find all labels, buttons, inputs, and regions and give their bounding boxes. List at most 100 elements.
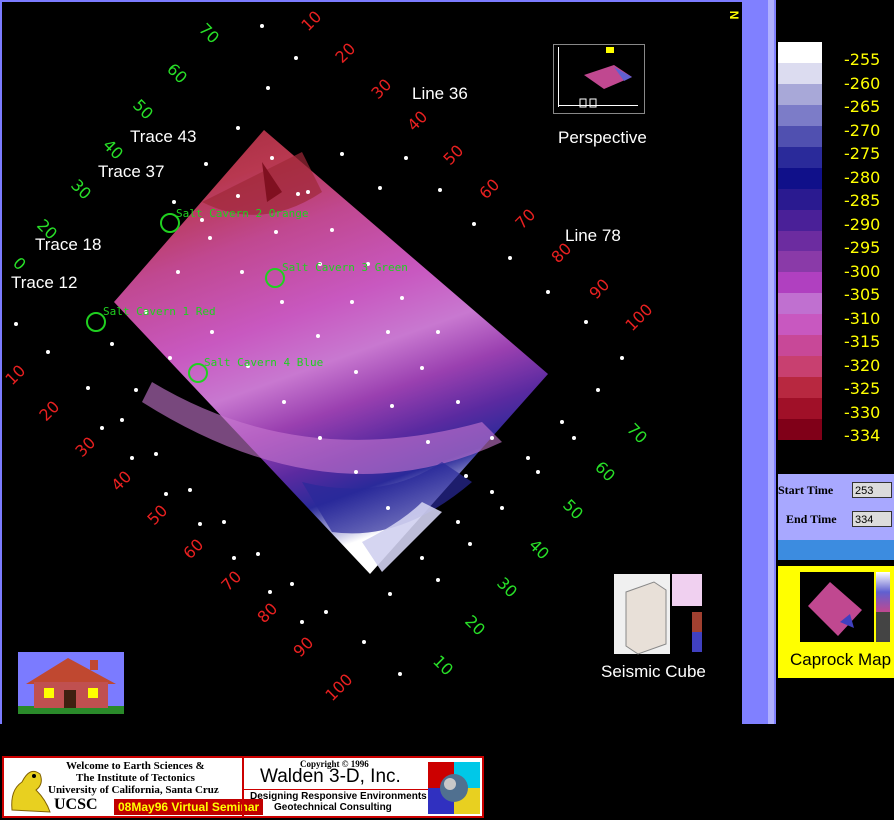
well-location-dot	[386, 506, 390, 510]
axis-tick-label: 60	[591, 457, 619, 485]
well-location-dot	[350, 300, 354, 304]
axis-tick-label: 80	[253, 599, 281, 627]
map-viewport[interactable]: 70 60 50 40 30 20 0 10 20 30 40 50 60 70 80 90 100 10 20 30…	[0, 0, 742, 724]
legend-value-label: -295	[844, 238, 881, 257]
legend-color-swatch	[778, 314, 822, 336]
axis-tick-label: 50	[143, 501, 171, 529]
axis-tick-label: 90	[289, 633, 317, 661]
well-location-dot	[508, 256, 512, 260]
legend-value-label: -285	[844, 191, 881, 210]
legend-value-label: -325	[844, 379, 881, 398]
axis-tick-label: 40	[403, 107, 431, 135]
caprock-map-panel[interactable]: Caprock Map	[778, 566, 894, 678]
banner-tagline-1: Designing Responsive Environments	[250, 791, 427, 802]
trace-label-18: Trace 18	[35, 235, 102, 254]
axis-tick-label: 40	[99, 135, 127, 163]
axis-tick-label: 90	[585, 275, 613, 303]
well-location-dot	[168, 356, 172, 360]
home-button[interactable]	[18, 652, 124, 714]
caprock-map-thumbnail[interactable]	[800, 572, 874, 642]
banner-divider	[242, 758, 244, 816]
axis-tick-label: 70	[217, 567, 245, 595]
well-location-dot	[620, 356, 624, 360]
legend-value-label: -315	[844, 332, 881, 351]
axis-tick-label: 20	[461, 611, 489, 639]
well-location-dot	[134, 388, 138, 392]
well-location-dot	[208, 236, 212, 240]
well-location-dot	[318, 436, 322, 440]
legend-color-swatch	[778, 335, 822, 357]
salt-cavern-4-label: Salt Cavern 4 Blue	[204, 356, 324, 369]
well-location-dot	[266, 86, 270, 90]
well-location-dot	[274, 230, 278, 234]
axis-tick-label: 70	[511, 205, 539, 233]
salt-cavern-1-label: Salt Cavern 1 Red	[103, 305, 216, 318]
north-arrow-icon: N	[727, 10, 742, 20]
caprock-map-label[interactable]: Caprock Map	[790, 650, 891, 670]
axis-tick-label: 40	[107, 467, 135, 495]
legend-color-bar	[778, 42, 822, 441]
axis-tick-label: 100	[321, 670, 356, 705]
legend-color-swatch	[778, 146, 822, 169]
legend-color-swatch	[778, 356, 822, 378]
well-location-dot	[500, 506, 504, 510]
legend-color-swatch	[778, 419, 822, 441]
well-location-dot	[468, 542, 472, 546]
seismic-cube-preview-image	[612, 572, 704, 656]
perspective-label[interactable]: Perspective	[558, 128, 647, 148]
well-location-dot	[164, 492, 168, 496]
end-time-label: End Time	[786, 512, 837, 526]
start-time-input[interactable]: 253	[852, 482, 892, 498]
well-location-dot	[324, 610, 328, 614]
axis-tick-label: 50	[559, 495, 587, 523]
banner-welcome-line2: The Institute of Tectonics	[76, 772, 195, 784]
banner-welcome-line3: University of California, Santa Cruz	[48, 784, 219, 796]
well-location-dot	[300, 620, 304, 624]
well-location-dot	[268, 590, 272, 594]
well-location-dot	[306, 190, 310, 194]
well-location-dot	[436, 578, 440, 582]
legend-value-label: -260	[844, 73, 881, 93]
well-location-dot	[490, 490, 494, 494]
legend-value-label: -305	[844, 285, 881, 304]
slug-mascot-icon	[11, 770, 51, 813]
well-location-dot	[456, 400, 460, 404]
caprock-map-legend-thumb	[876, 572, 890, 642]
well-location-dot	[400, 296, 404, 300]
well-location-dot	[256, 552, 260, 556]
legend-value-label: -270	[844, 120, 881, 140]
banner-ucsc: UCSC	[54, 796, 98, 813]
legend-color-swatch	[778, 293, 822, 315]
well-location-dot	[426, 440, 430, 444]
time-controls: Start Time 253 End Time 334	[778, 474, 894, 544]
scroll-strip[interactable]	[778, 540, 894, 560]
well-location-dot	[436, 330, 440, 334]
well-location-dot	[596, 388, 600, 392]
legend-color-swatch	[778, 62, 822, 85]
axis-tick-label: 0	[9, 253, 30, 274]
walden-logo-icon	[428, 762, 480, 814]
well-location-dot	[438, 188, 442, 192]
seismic-cube-thumbnail[interactable]	[612, 572, 704, 656]
well-location-dot	[420, 556, 424, 560]
axis-tick-label: 50	[439, 141, 467, 169]
well-location-dot	[100, 426, 104, 430]
seismic-cube-label[interactable]: Seismic Cube	[601, 662, 706, 682]
well-location-dot	[198, 522, 202, 526]
well-location-dot	[546, 290, 550, 294]
well-location-dot	[388, 592, 392, 596]
depth-color-legend: -255 -260 -265 -270 -275 -280 -285 -290 -295 -300…	[778, 4, 894, 470]
well-location-dot	[316, 334, 320, 338]
well-location-dot	[176, 270, 180, 274]
trace-label-43: Trace 43	[130, 127, 197, 146]
well-location-dot	[354, 470, 358, 474]
well-location-dot	[120, 418, 124, 422]
well-location-dot	[110, 342, 114, 346]
end-time-input[interactable]: 334	[852, 511, 892, 527]
well-location-dot	[536, 470, 540, 474]
perspective-thumbnail[interactable]	[553, 44, 645, 114]
legend-value-label: -275	[844, 144, 881, 163]
axis-tick-label: 20	[35, 397, 63, 425]
well-location-dot	[172, 200, 176, 204]
seminar-banner[interactable]: Welcome to Earth Sciences & The Institut…	[2, 756, 484, 818]
